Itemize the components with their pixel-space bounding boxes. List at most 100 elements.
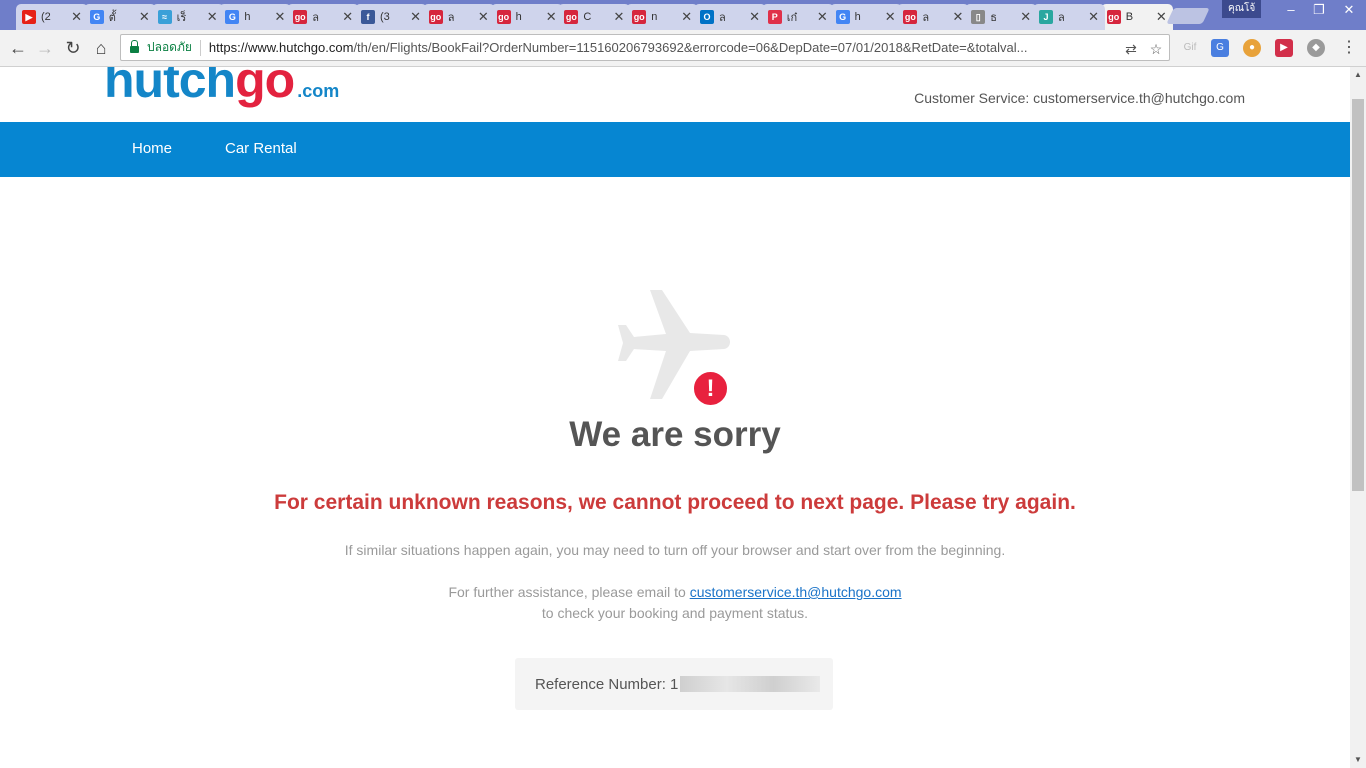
assist-prefix: For further assistance, please email to: [448, 584, 686, 600]
maximize-icon[interactable]: ❐: [1304, 0, 1334, 20]
tab-title: ล: [312, 12, 319, 24]
forward-arrow-icon[interactable]: →: [34, 37, 56, 59]
error-alert-icon: !: [692, 370, 729, 407]
tab-close-icon[interactable]: ✕: [1088, 9, 1099, 25]
browser-tab[interactable]: G ตั้ ✕: [83, 4, 156, 30]
tab-close-icon[interactable]: ✕: [613, 9, 624, 25]
tab-close-icon[interactable]: ✕: [139, 9, 150, 25]
google-translate-extension-icon[interactable]: G: [1211, 39, 1229, 57]
page-scrollbar[interactable]: ▲ ▼: [1350, 67, 1366, 768]
scrollbar-thumb[interactable]: [1352, 99, 1364, 491]
error-heading: We are sorry: [569, 415, 781, 454]
browser-tab[interactable]: Gh ✕: [219, 4, 292, 30]
facebook-icon: f: [361, 10, 375, 24]
hutchgo-icon: go: [564, 10, 579, 24]
customer-service-text: Customer Service: customerservice.th@hut…: [914, 90, 1245, 106]
tab-title: เร็: [176, 12, 187, 24]
tab-close-icon[interactable]: ✕: [410, 9, 421, 25]
scroll-up-arrow-icon[interactable]: ▲: [1350, 67, 1366, 83]
gif-extension-icon[interactable]: Gif: [1180, 39, 1200, 57]
tab-title: (3: [380, 11, 390, 23]
support-email-link[interactable]: customerservice.th@hutchgo.com: [690, 584, 902, 600]
tab-close-icon[interactable]: ✕: [749, 9, 760, 25]
tab-close-icon[interactable]: ✕: [478, 9, 489, 25]
address-bar[interactable]: ปลอดภัย https://www.hutchgo.com/th/en/Fl…: [120, 34, 1170, 61]
browser-tab[interactable]: Gh ✕: [829, 4, 902, 30]
browser-tab[interactable]: go ล ✕: [422, 4, 495, 30]
url-text[interactable]: https://www.hutchgo.com/th/en/Flights/Bo…: [209, 40, 1109, 55]
browser-tab[interactable]: ▶ (2 ✕: [16, 4, 88, 30]
tab-title: h: [244, 11, 251, 23]
logo-accent-text: go: [235, 67, 295, 108]
browser-tab[interactable]: go n ✕: [626, 4, 699, 30]
browser-tab[interactable]: go B ✕: [1100, 4, 1173, 30]
hutchgo-logo[interactable]: hutchgo .com: [104, 67, 339, 109]
browser-tab[interactable]: go ล ✕: [897, 4, 970, 30]
chrome-extension-icon[interactable]: ●: [1243, 39, 1261, 57]
reference-number-box: Reference Number: 1: [515, 658, 833, 710]
reload-icon[interactable]: ↻: [62, 37, 84, 59]
hutchgo-icon: go: [903, 10, 918, 24]
tab-close-icon[interactable]: ✕: [274, 9, 285, 25]
pinterest-icon: P: [767, 10, 782, 24]
page-viewport: hutchgo .com Customer Service: customerse…: [0, 67, 1350, 768]
google-icon: G: [835, 10, 850, 24]
error-hint-text: If similar situations happen again, you …: [344, 542, 1006, 558]
tab-title: ล: [719, 12, 726, 24]
wifi-icon: ≈: [157, 10, 172, 24]
browser-tab[interactable]: f (3 ✕: [355, 4, 427, 30]
tab-close-icon[interactable]: ✕: [817, 9, 828, 25]
home-icon[interactable]: ⌂: [90, 37, 112, 59]
close-window-icon[interactable]: ✕: [1334, 0, 1364, 20]
browser-tab[interactable]: O ล ✕: [694, 4, 766, 30]
tab-title: B: [1125, 11, 1134, 23]
hutchgo-icon: go: [1106, 10, 1121, 24]
google-icon: G: [89, 10, 104, 24]
tab-close-icon[interactable]: ✕: [1156, 9, 1167, 25]
gray-extension-icon[interactable]: ◆: [1307, 39, 1325, 57]
tab-close-icon[interactable]: ✕: [546, 9, 557, 25]
new-tab-button[interactable]: [1166, 8, 1210, 24]
media-extension-icon[interactable]: ▶: [1275, 39, 1293, 57]
assist-suffix: to check your booking and payment status…: [541, 605, 809, 621]
jtab-icon: J: [1039, 10, 1053, 24]
tab-title: ธ: [990, 12, 997, 24]
omnibox-divider: [199, 39, 201, 56]
url-path: /th/en/Flights/BookFail?OrderNumber=1151…: [353, 40, 1028, 55]
minimize-icon[interactable]: –: [1276, 0, 1306, 20]
browser-tab[interactable]: go ล ✕: [287, 4, 360, 30]
tab-close-icon[interactable]: ✕: [1020, 9, 1031, 25]
reference-number-label: Reference Number: 1: [535, 675, 679, 693]
tab-close-icon[interactable]: ✕: [342, 9, 353, 25]
profile-button[interactable]: คุณโจ้: [1222, 0, 1262, 18]
browser-toolbar: ← → ↻ ⌂ ปลอดภัย https://www.hutchgo.com/…: [0, 30, 1366, 67]
redacted-reference-number: [680, 676, 821, 692]
tab-close-icon[interactable]: ✕: [952, 9, 963, 25]
browser-tab[interactable]: J ล ✕: [1033, 4, 1105, 30]
chrome-menu-icon[interactable]: ⋮: [1340, 39, 1358, 57]
nav-car-rental-link[interactable]: Car Rental: [225, 140, 297, 157]
tab-close-icon[interactable]: ✕: [71, 9, 82, 25]
bookmark-star-icon[interactable]: ☆: [1147, 40, 1165, 58]
tab-close-icon[interactable]: ✕: [207, 9, 218, 25]
tab-title: ตั้: [108, 12, 116, 24]
tab-title: เก๋: [786, 12, 798, 24]
translate-icon[interactable]: ⇄: [1122, 40, 1140, 58]
browser-tab[interactable]: go h ✕: [490, 4, 563, 30]
assistance-text: For further assistance, please email to …: [0, 582, 1350, 624]
browser-tab-strip: go B ✕ J ล ✕ ▯ ธ ✕ go ล ✕ Gh ✕ P เก๋ ✕ O ล ✕ go n ✕ go C ✕ go h ✕ go ล…: [0, 0, 1366, 30]
browser-tab[interactable]: ≈ เร็ ✕: [151, 4, 224, 30]
back-arrow-icon[interactable]: ←: [7, 37, 29, 59]
hutchgo-icon: go: [632, 10, 647, 24]
nav-home-link[interactable]: Home: [132, 140, 172, 157]
browser-tab[interactable]: ▯ ธ ✕: [965, 4, 1038, 30]
browser-tab[interactable]: P เก๋ ✕: [761, 4, 834, 30]
tab-title: (2: [41, 11, 51, 23]
lock-icon: [130, 40, 139, 53]
browser-tab[interactable]: go C ✕: [558, 4, 631, 30]
logo-suffix-text: .com: [297, 81, 340, 101]
tab-title: h: [515, 11, 522, 23]
tab-close-icon[interactable]: ✕: [681, 9, 692, 25]
tab-close-icon[interactable]: ✕: [885, 9, 896, 25]
scroll-down-arrow-icon[interactable]: ▼: [1350, 752, 1366, 768]
